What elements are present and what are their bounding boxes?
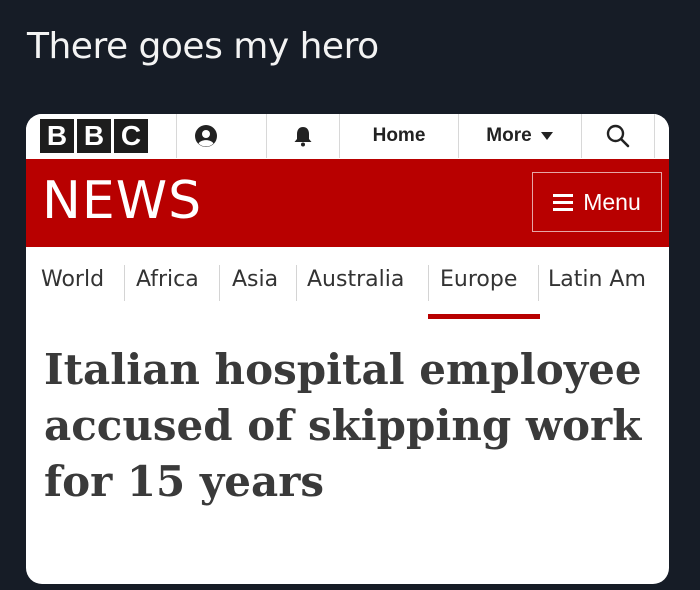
top-navigation-bar: B B C Home More (26, 114, 669, 158)
notifications-button[interactable] (267, 114, 339, 158)
screenshot-card: B B C Home More NEWS Menu World Africa A… (26, 114, 669, 584)
menu-button[interactable]: Menu (532, 172, 662, 232)
section-tab-australia[interactable]: Australia (307, 267, 404, 292)
account-icon (195, 125, 217, 147)
divider (654, 114, 655, 158)
section-tab-world[interactable]: World (41, 267, 104, 292)
divider (428, 265, 429, 301)
notification-bell-icon (294, 127, 312, 147)
divider (538, 265, 539, 301)
search-icon (606, 124, 630, 148)
section-navigation: World Africa Asia Australia Europe Latin… (26, 247, 669, 319)
logo-letter: B (77, 119, 111, 153)
hamburger-icon (553, 193, 574, 211)
post-caption: There goes my hero (27, 26, 379, 67)
search-button[interactable] (582, 114, 654, 158)
article-headline: Italian hospital employee accused of ski… (44, 345, 642, 506)
account-button[interactable] (177, 114, 235, 158)
section-tab-europe[interactable]: Europe (440, 267, 517, 292)
selected-tab-indicator (428, 314, 540, 319)
logo-letter: C (114, 119, 148, 153)
news-title[interactable]: NEWS (42, 171, 202, 231)
logo-letter: B (40, 119, 74, 153)
news-header: NEWS Menu (26, 159, 669, 247)
home-label: Home (372, 125, 426, 146)
section-tab-asia[interactable]: Asia (232, 267, 278, 292)
divider (219, 265, 220, 301)
more-label: More (486, 125, 532, 146)
home-link[interactable]: Home (340, 114, 458, 158)
menu-label: Menu (583, 188, 641, 215)
bbc-logo[interactable]: B B C (40, 119, 148, 153)
caret-down-icon (540, 132, 553, 140)
more-dropdown[interactable]: More (459, 114, 581, 158)
divider (124, 265, 125, 301)
divider (296, 265, 297, 301)
section-tab-africa[interactable]: Africa (136, 267, 199, 292)
section-tab-latin-america[interactable]: Latin Am (548, 267, 646, 292)
